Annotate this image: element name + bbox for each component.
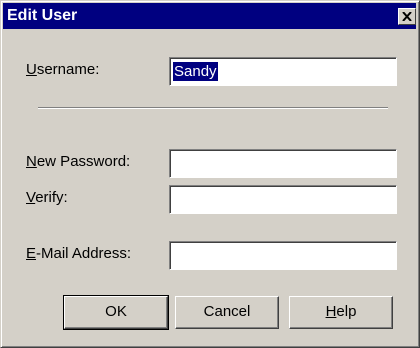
separator-line bbox=[38, 107, 388, 109]
title-bar[interactable]: Edit User bbox=[3, 3, 416, 29]
username-value: Sandy bbox=[173, 62, 218, 81]
email-label: E-Mail Address: bbox=[26, 245, 132, 262]
new-password-field[interactable] bbox=[169, 149, 397, 178]
verify-label: Verify: bbox=[26, 189, 68, 206]
help-button[interactable]: Help bbox=[289, 296, 393, 329]
window-title: Edit User bbox=[7, 7, 78, 24]
ok-button[interactable]: OK bbox=[63, 295, 169, 330]
email-field[interactable] bbox=[169, 241, 397, 270]
close-button[interactable] bbox=[398, 8, 416, 25]
username-label: Username: bbox=[26, 61, 100, 78]
edit-user-dialog: Edit User Username: Sandy New Password: … bbox=[0, 0, 420, 348]
new-password-label: New Password: bbox=[26, 153, 131, 170]
username-field[interactable]: Sandy bbox=[169, 57, 397, 86]
close-x-icon bbox=[402, 12, 412, 21]
cancel-button[interactable]: Cancel bbox=[175, 296, 279, 329]
verify-field[interactable] bbox=[169, 185, 397, 214]
